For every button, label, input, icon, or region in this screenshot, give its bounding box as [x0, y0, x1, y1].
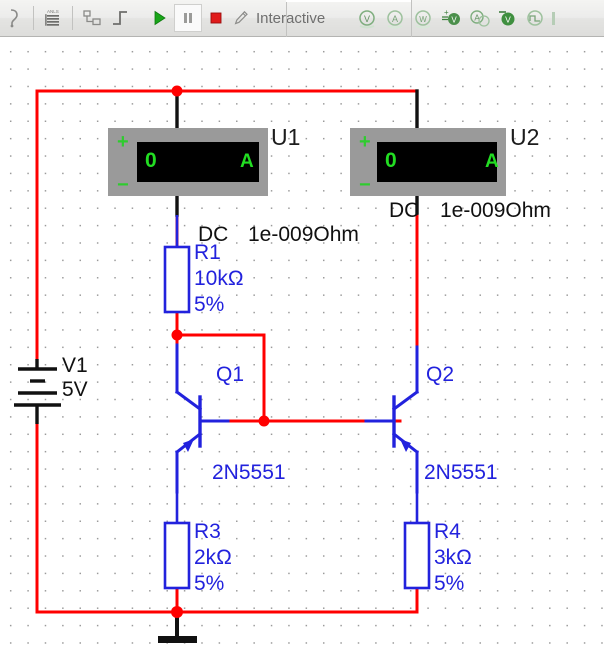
schematic-labels: 0 A + − U1 DC 1e-009Ohm 0 A + − U2 DC 1e…: [0, 38, 604, 653]
stop-icon: [210, 12, 222, 24]
r3-value-label: 2kΩ: [194, 546, 232, 569]
differential-voltage-probe-icon[interactable]: + V: [437, 4, 465, 32]
v1-value-label: 5V: [62, 378, 88, 401]
v1-reference-label: V1: [62, 354, 88, 377]
simulation-toolbar: ANLS Interactive V A W + V A V: [0, 0, 604, 37]
svg-text:ANLS: ANLS: [47, 9, 59, 14]
u1-resistance-label: 1e-009Ohm: [248, 223, 359, 246]
u1-reference-label: U1: [271, 124, 301, 150]
play-icon: [154, 10, 166, 26]
pause-simulation-button[interactable]: [174, 4, 202, 32]
run-simulation-button[interactable]: [146, 4, 174, 32]
pencil-icon[interactable]: [230, 4, 252, 32]
q2-reference-label: Q2: [426, 363, 455, 386]
u2-reference-label: U2: [510, 124, 540, 150]
u2-minus-terminal: −: [359, 174, 371, 196]
analysis-list-glyph: ANLS: [45, 9, 59, 26]
waveform-probe-glyph: [527, 10, 543, 26]
u1-mode-label: DC: [198, 223, 229, 246]
u1-minus-terminal: −: [117, 174, 129, 196]
negative-voltage-probe-icon[interactable]: V: [493, 4, 521, 32]
u2-display-unit: A: [485, 151, 499, 172]
circuit-simulator-window: ANLS Interactive V A W + V A V 0 A + − U…: [0, 0, 604, 653]
toolbar-separator: [33, 6, 34, 30]
pause-icon: [184, 13, 192, 23]
power-probe-icon[interactable]: W: [409, 4, 437, 32]
probe-tool-glyph: [10, 9, 18, 28]
pencil-glyph: [234, 10, 248, 25]
r3-tolerance-label: 5%: [194, 572, 225, 595]
analysis-list-icon[interactable]: ANLS: [39, 4, 67, 32]
toolbar-group-probes: V A W + V A V: [353, 0, 559, 37]
waveform-probe-icon[interactable]: [521, 4, 549, 32]
negative-voltage-probe-glyph: V: [499, 11, 515, 26]
svg-text:V: V: [364, 14, 370, 24]
schematic-canvas[interactable]: 0 A + − U1 DC 1e-009Ohm 0 A + − U2 DC 1e…: [0, 38, 604, 653]
q1-part-label: 2N5551: [212, 461, 286, 484]
svg-text:W: W: [419, 15, 427, 24]
r3-reference-label: R3: [194, 520, 221, 543]
voltage-probe-glyph: V: [359, 10, 375, 29]
toolbar-panel-divider-2: [411, 0, 412, 37]
r4-reference-label: R4: [434, 520, 461, 543]
q2-part-label: 2N5551: [424, 461, 498, 484]
probe-overflow-glyph: [552, 12, 556, 25]
u2-display-value: 0: [385, 149, 397, 172]
probe-overflow-icon[interactable]: [549, 4, 559, 32]
toolbar-panel-highlight: [286, 0, 411, 2]
toolbar-group-run: Interactive: [146, 0, 325, 37]
current-probe-icon[interactable]: A: [381, 4, 409, 32]
postprocessor-glyph: [83, 10, 101, 26]
u1-display-unit: A: [240, 151, 254, 172]
r1-value-label: 10kΩ: [194, 267, 244, 290]
differential-current-probe-icon[interactable]: A: [465, 4, 493, 32]
u1-display-value: 0: [145, 149, 157, 172]
current-probe-glyph: A: [387, 10, 403, 29]
u2-mode-label: DC: [389, 199, 420, 222]
u2-plus-terminal: +: [359, 131, 371, 153]
r1-tolerance-label: 5%: [194, 293, 225, 316]
svg-text:A: A: [392, 14, 398, 24]
svg-text:+: +: [444, 8, 449, 17]
svg-text:V: V: [505, 15, 511, 25]
probe-tool-icon[interactable]: [0, 4, 28, 32]
step-signal-icon[interactable]: [106, 4, 134, 32]
voltage-probe-icon[interactable]: V: [353, 4, 381, 32]
power-probe-glyph: W: [415, 10, 431, 29]
stop-simulation-button[interactable]: [202, 4, 230, 32]
u2-resistance-label: 1e-009Ohm: [440, 199, 551, 222]
postprocessor-icon[interactable]: [78, 4, 106, 32]
svg-text:V: V: [452, 16, 458, 25]
toolbar-group-tools: ANLS: [0, 0, 134, 37]
r1-reference-label: R1: [194, 241, 221, 264]
u1-plus-terminal: +: [117, 131, 129, 153]
step-signal-glyph: [113, 11, 127, 25]
toolbar-separator: [72, 6, 73, 30]
q1-reference-label: Q1: [216, 363, 245, 386]
r4-tolerance-label: 5%: [434, 572, 465, 595]
differential-current-probe-glyph: A: [470, 10, 490, 27]
r4-value-label: 3kΩ: [434, 546, 472, 569]
simulation-mode-label: Interactive: [256, 9, 326, 27]
differential-voltage-probe-glyph: + V: [442, 8, 461, 25]
toolbar-panel-divider: [286, 0, 287, 37]
